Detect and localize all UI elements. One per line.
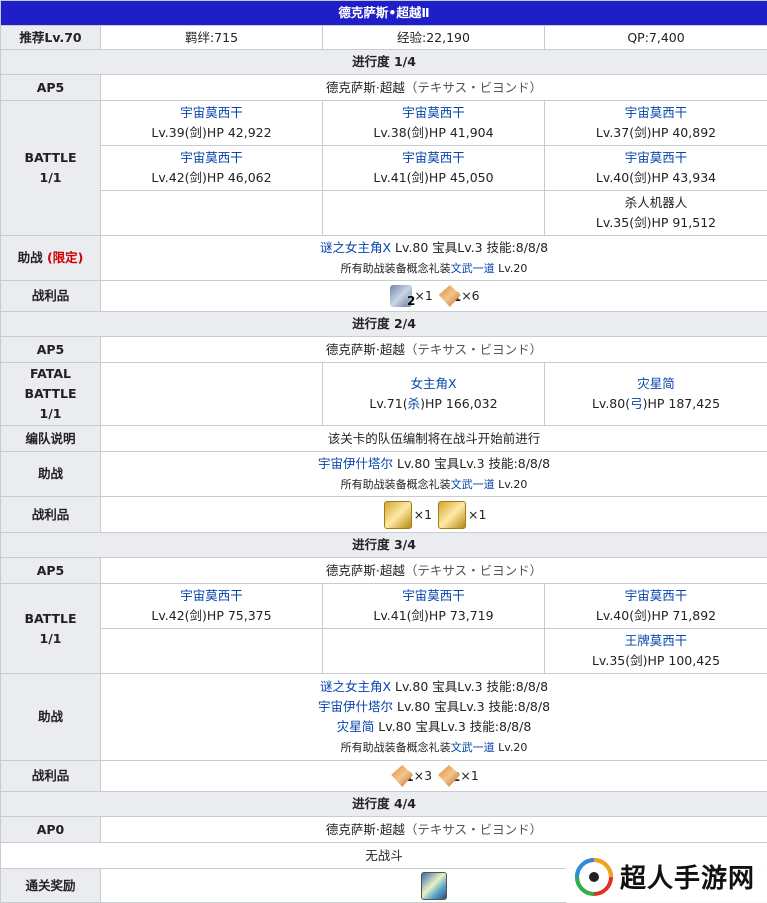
enemy-cell: 宇宙莫西干 Lv.40(剑)HP 43,934 — [543, 145, 767, 191]
gold-gem-icon[interactable] — [438, 500, 467, 529]
enemy-link[interactable]: 宇宙莫西干 — [625, 150, 688, 165]
quest-name: 德克萨斯·超越（テキサス・ビヨンド） — [99, 816, 767, 843]
support-label: 助战 — [0, 451, 101, 497]
enemy-link[interactable]: 灾星简 — [637, 376, 675, 391]
enemy-cell: 宇宙莫西干 Lv.42(剑)HP 75,375 — [100, 583, 323, 629]
support-servant-link[interactable]: 灾星简 — [337, 719, 375, 734]
empty-cell — [322, 190, 545, 236]
support-label: 助战 — [0, 673, 101, 761]
enemy-cell: 宇宙莫西干 Lv.40(剑)HP 71,892 — [543, 583, 767, 629]
empty-cell — [322, 628, 545, 674]
quest-title: 德克萨斯•超越Ⅱ — [0, 0, 767, 26]
enemy-link[interactable]: 宇宙莫西干 — [180, 588, 243, 603]
enemy-link[interactable]: 宇宙莫西干 — [402, 150, 465, 165]
bond-value: 羁绊:715 — [100, 25, 323, 50]
enemy-name: 杀人机器人 — [624, 195, 688, 210]
enemy-cell: 杀人机器人 Lv.35(剑)HP 91,512 — [543, 190, 767, 236]
enemy-link[interactable]: 宇宙莫西干 — [625, 105, 688, 120]
enemy-cell: 宇宙莫西干 Lv.41(剑)HP 73,719 — [322, 583, 545, 629]
empty-cell — [100, 362, 323, 426]
enemy-link[interactable]: 王牌莫西干 — [625, 633, 688, 648]
enemy-cell: 女主角X Lv.71(杀)HP 166,032 — [322, 362, 545, 426]
progress-header: 进行度 1/4 — [0, 49, 767, 75]
drops-cell: ×1 ×1 — [99, 496, 767, 533]
site-watermark: 超人手游网 — [566, 850, 767, 903]
enemy-link[interactable]: 宇宙莫西干 — [180, 105, 243, 120]
support-servant-link[interactable]: 谜之女主角X — [320, 679, 391, 694]
enemy-cell: 灾星简 Lv.80(弓)HP 187,425 — [543, 362, 767, 426]
support-servant-link[interactable]: 宇宙伊什塔尔 — [318, 456, 393, 471]
support-servant-link[interactable]: 宇宙伊什塔尔 — [318, 699, 393, 714]
progress-header: 进行度 2/4 — [0, 311, 767, 337]
exp-value: 经验:22,190 — [322, 25, 545, 50]
ap-label: AP5 — [0, 336, 101, 363]
reward-label: 通关奖励 — [0, 868, 101, 903]
enemy-cell: 宇宙莫西干 Lv.42(剑)HP 46,062 — [100, 145, 323, 191]
quest-name: 德克萨斯·超越（テキサス・ビヨンド） — [99, 336, 767, 363]
craft-essence-link[interactable]: 文武一道 — [451, 478, 495, 491]
piece-icon[interactable]: 2 — [390, 285, 415, 308]
class-link[interactable]: 杀 — [408, 396, 421, 411]
support-servant-link[interactable]: 谜之女主角X — [320, 240, 391, 255]
empty-cell — [100, 190, 323, 236]
enemy-cell: 宇宙莫西干 Lv.37(剑)HP 40,892 — [543, 100, 767, 146]
enemy-cell: 宇宙莫西干 Lv.38(剑)HP 41,904 — [322, 100, 545, 146]
empty-cell — [100, 628, 323, 674]
formation-label: 编队说明 — [0, 425, 101, 452]
quest-name: 德克萨斯·超越（テキサス・ビヨンド） — [99, 557, 767, 584]
enemy-cell: 宇宙莫西干 Lv.41(剑)HP 45,050 — [322, 145, 545, 191]
support-cell: 谜之女主角X Lv.80 宝具Lv.3 技能:8/8/8 宇宙伊什塔尔 Lv.8… — [99, 673, 767, 761]
enemy-link[interactable]: 宇宙莫西干 — [625, 588, 688, 603]
enemy-link[interactable]: 宇宙莫西干 — [402, 105, 465, 120]
craft-essence-link[interactable]: 文武一道 — [451, 262, 495, 275]
drops-cell: 1×3 2×1 — [99, 760, 767, 792]
gold-statue-icon[interactable] — [383, 500, 412, 529]
quest-name: 德克萨斯·超越（テキサス・ビヨンド） — [99, 74, 767, 101]
site-logo-icon — [574, 857, 614, 897]
support-label: 助战 (限定) — [0, 235, 101, 281]
battle-label: BATTLE 1/1 — [0, 583, 101, 674]
recommended-level: 推荐Lv.70 — [0, 25, 101, 50]
limited-tag: (限定) — [46, 250, 84, 265]
support-cell: 谜之女主角X Lv.80 宝具Lv.3 技能:8/8/8 所有助战装备概念礼装文… — [99, 235, 767, 281]
enemy-link[interactable]: 宇宙莫西干 — [402, 588, 465, 603]
ap-label: AP5 — [0, 74, 101, 101]
drops-cell: 2×1 1×6 — [99, 280, 767, 312]
craft-essence-icon[interactable] — [421, 871, 448, 900]
enemy-cell: 王牌莫西干 Lv.35(剑)HP 100,425 — [543, 628, 767, 674]
battle-label: BATTLE 1/1 — [0, 100, 101, 236]
qp-value: QP:7,400 — [543, 25, 767, 50]
formation-text: 该关卡的队伍编制将在战斗开始前进行 — [99, 425, 767, 452]
drops-label: 战利品 — [0, 496, 101, 533]
enemy-link[interactable]: 女主角X — [410, 376, 456, 391]
ap-label: AP0 — [0, 816, 101, 843]
ap-label: AP5 — [0, 557, 101, 584]
support-cell: 宇宙伊什塔尔 Lv.80 宝具Lv.3 技能:8/8/8 所有助战装备概念礼装文… — [99, 451, 767, 497]
enemy-link[interactable]: 宇宙莫西干 — [180, 150, 243, 165]
enemy-cell: 宇宙莫西干 Lv.39(剑)HP 42,922 — [100, 100, 323, 146]
progress-header: 进行度 3/4 — [0, 532, 767, 558]
battle-label: FATAL BATTLE 1/1 — [0, 362, 101, 426]
progress-header: 进行度 4/4 — [0, 791, 767, 817]
drops-label: 战利品 — [0, 280, 101, 312]
quest-table: 德克萨斯•超越Ⅱ 推荐Lv.70 羁绊:715 经验:22,190 QP:7,4… — [0, 0, 767, 903]
drops-label: 战利品 — [0, 760, 101, 792]
craft-essence-link[interactable]: 文武一道 — [451, 741, 495, 754]
class-link[interactable]: 弓 — [630, 396, 643, 411]
site-name: 超人手游网 — [620, 864, 756, 894]
